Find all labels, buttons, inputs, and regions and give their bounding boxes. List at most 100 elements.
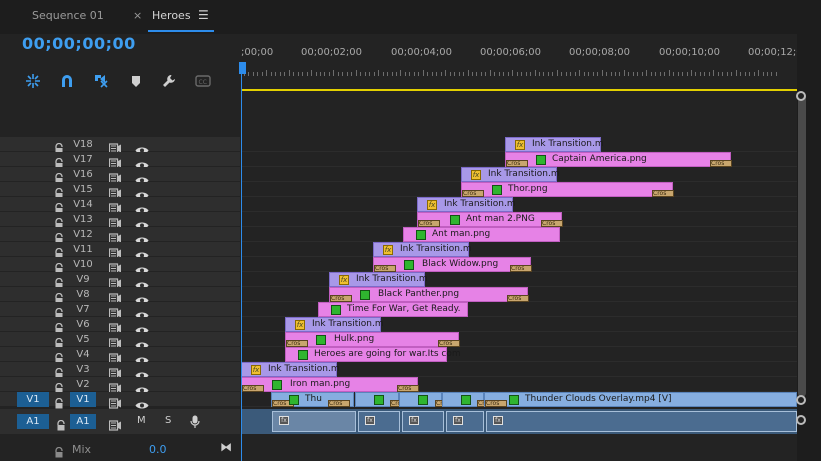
cross-dissolve-transition[interactable]: Cros xyxy=(418,220,440,227)
lock-icon[interactable] xyxy=(54,349,64,364)
track-name[interactable]: V14 xyxy=(70,199,96,210)
lock-icon[interactable] xyxy=(54,394,64,409)
sync-lock-icon[interactable] xyxy=(108,274,121,289)
lock-icon[interactable] xyxy=(54,319,64,334)
tab-close-icon[interactable]: × xyxy=(133,9,142,22)
solo-button[interactable]: S xyxy=(165,415,171,426)
sync-lock-icon[interactable] xyxy=(108,169,121,184)
lock-icon[interactable] xyxy=(54,154,64,169)
image-clip[interactable]: Cros Cros Iron man.png xyxy=(241,377,419,392)
track-name[interactable]: V6 xyxy=(70,319,96,330)
sync-lock-icon[interactable] xyxy=(108,154,121,169)
eye-icon[interactable] xyxy=(135,200,149,214)
eye-icon[interactable] xyxy=(135,140,149,154)
go-to-end-icon[interactable]: ⧓ xyxy=(220,440,232,454)
cross-dissolve-transition[interactable]: Cros xyxy=(462,190,484,197)
sync-lock-icon[interactable] xyxy=(108,304,121,319)
lock-icon[interactable] xyxy=(56,416,66,431)
track-lane-v11[interactable] xyxy=(241,242,797,257)
audio-clip[interactable]: fx xyxy=(358,411,400,432)
lock-icon[interactable] xyxy=(54,169,64,184)
snap-icon[interactable] xyxy=(59,73,75,89)
adjustment-clip[interactable]: fx Ink Transition.m xyxy=(417,197,516,212)
sync-lock-icon[interactable] xyxy=(108,319,121,334)
mute-button[interactable]: M xyxy=(137,415,146,426)
cross-dissolve-transition[interactable]: Cros xyxy=(485,400,507,407)
track-name[interactable]: V11 xyxy=(70,244,96,255)
cross-dissolve-transition[interactable]: Cros xyxy=(330,295,352,302)
add-marker-icon[interactable] xyxy=(128,73,144,89)
cross-dissolve-transition[interactable]: Cros xyxy=(652,190,674,197)
sync-lock-icon[interactable] xyxy=(108,199,121,214)
track-lane-v14[interactable] xyxy=(241,197,797,212)
cross-dissolve-transition[interactable]: Cros xyxy=(541,220,563,227)
eye-icon[interactable] xyxy=(135,350,149,364)
image-clip[interactable]: Time For War, Get Ready. xyxy=(318,302,468,317)
cross-dissolve-transition[interactable]: Cros xyxy=(710,160,732,167)
wrench-icon[interactable] xyxy=(161,73,177,89)
track-name[interactable]: V7 xyxy=(70,304,96,315)
sync-lock-icon[interactable] xyxy=(108,259,121,274)
lock-icon[interactable] xyxy=(54,214,64,229)
track-name[interactable]: V10 xyxy=(70,259,96,270)
eye-icon[interactable] xyxy=(135,365,149,379)
adjustment-clip[interactable]: fx Ink Transition.m xyxy=(329,272,428,287)
eye-icon[interactable] xyxy=(135,245,149,259)
nest-sequence-icon[interactable] xyxy=(25,73,41,89)
sync-lock-icon[interactable] xyxy=(108,244,121,259)
track-name[interactable]: V12 xyxy=(70,229,96,240)
sync-lock-icon[interactable] xyxy=(108,289,121,304)
scroll-handle-top[interactable] xyxy=(796,91,806,101)
video-clip[interactable]: Cros xyxy=(355,392,412,407)
eye-icon[interactable] xyxy=(135,215,149,229)
image-clip[interactable]: Cros Cros Black Widow.png xyxy=(373,257,532,272)
scroll-handle-bottom[interactable] xyxy=(796,395,806,405)
video-clip[interactable]: Cros Thunder Clouds Overlay.mp4 [V] xyxy=(484,392,797,407)
lock-icon[interactable] xyxy=(54,244,64,259)
track-lane-v9[interactable] xyxy=(241,272,797,287)
sync-lock-icon[interactable] xyxy=(108,334,121,349)
track-name[interactable]: V17 xyxy=(70,154,96,165)
sync-lock-icon[interactable] xyxy=(108,364,121,379)
track-name[interactable]: V2 xyxy=(70,379,96,390)
adjustment-clip[interactable]: fx Ink Transition.m xyxy=(373,242,472,257)
linked-selection-icon[interactable] xyxy=(93,73,109,89)
image-clip[interactable]: Heroes are going for war.Its com xyxy=(285,347,461,362)
cross-dissolve-transition[interactable]: Cros xyxy=(374,265,396,272)
image-clip[interactable]: Cros Cros Hulk.png xyxy=(285,332,460,347)
cross-dissolve-transition[interactable]: Cros xyxy=(507,295,529,302)
playhead-timecode[interactable]: 00;00;00;00 xyxy=(22,34,136,53)
adjustment-clip[interactable]: fx Ink Transition.m xyxy=(285,317,384,332)
track-name[interactable]: V5 xyxy=(70,334,96,345)
sync-lock-icon[interactable] xyxy=(108,229,121,244)
adjustment-clip[interactable]: fx Ink Transition.m xyxy=(505,137,604,152)
eye-icon[interactable] xyxy=(135,290,149,304)
sync-lock-icon[interactable] xyxy=(108,394,121,409)
eye-icon[interactable] xyxy=(135,335,149,349)
image-clip[interactable]: Cros Cros Black Panther.png xyxy=(329,287,529,302)
image-clip[interactable]: Cros Cros Thor.png xyxy=(461,182,674,197)
audio-scroll-handle[interactable] xyxy=(796,415,806,425)
source-target-v1[interactable]: V1 xyxy=(17,392,49,407)
work-area-bar[interactable] xyxy=(241,89,797,91)
cross-dissolve-transition[interactable]: Cros xyxy=(438,340,460,347)
video-clip[interactable]: Cros xyxy=(399,392,457,407)
adjustment-clip[interactable]: fx Ink Transition.m xyxy=(461,167,560,182)
lock-icon[interactable] xyxy=(54,443,64,458)
image-clip[interactable]: Ant man.png xyxy=(403,227,560,242)
eye-icon[interactable] xyxy=(135,260,149,274)
eye-icon[interactable] xyxy=(135,155,149,169)
eye-icon[interactable] xyxy=(135,305,149,319)
audio-clip[interactable]: fx xyxy=(402,411,444,432)
track-name[interactable]: V8 xyxy=(70,289,96,300)
track-name[interactable]: V18 xyxy=(70,139,96,150)
sync-lock-icon[interactable] xyxy=(108,416,121,431)
lock-icon[interactable] xyxy=(54,259,64,274)
track-name[interactable]: V1 xyxy=(70,392,96,407)
sync-lock-icon[interactable] xyxy=(108,139,121,154)
audio-clip[interactable]: fx xyxy=(486,411,797,432)
eye-icon[interactable] xyxy=(135,275,149,289)
lock-icon[interactable] xyxy=(54,334,64,349)
sync-lock-icon[interactable] xyxy=(108,214,121,229)
tab-heroes[interactable]: Heroes xyxy=(152,9,191,22)
